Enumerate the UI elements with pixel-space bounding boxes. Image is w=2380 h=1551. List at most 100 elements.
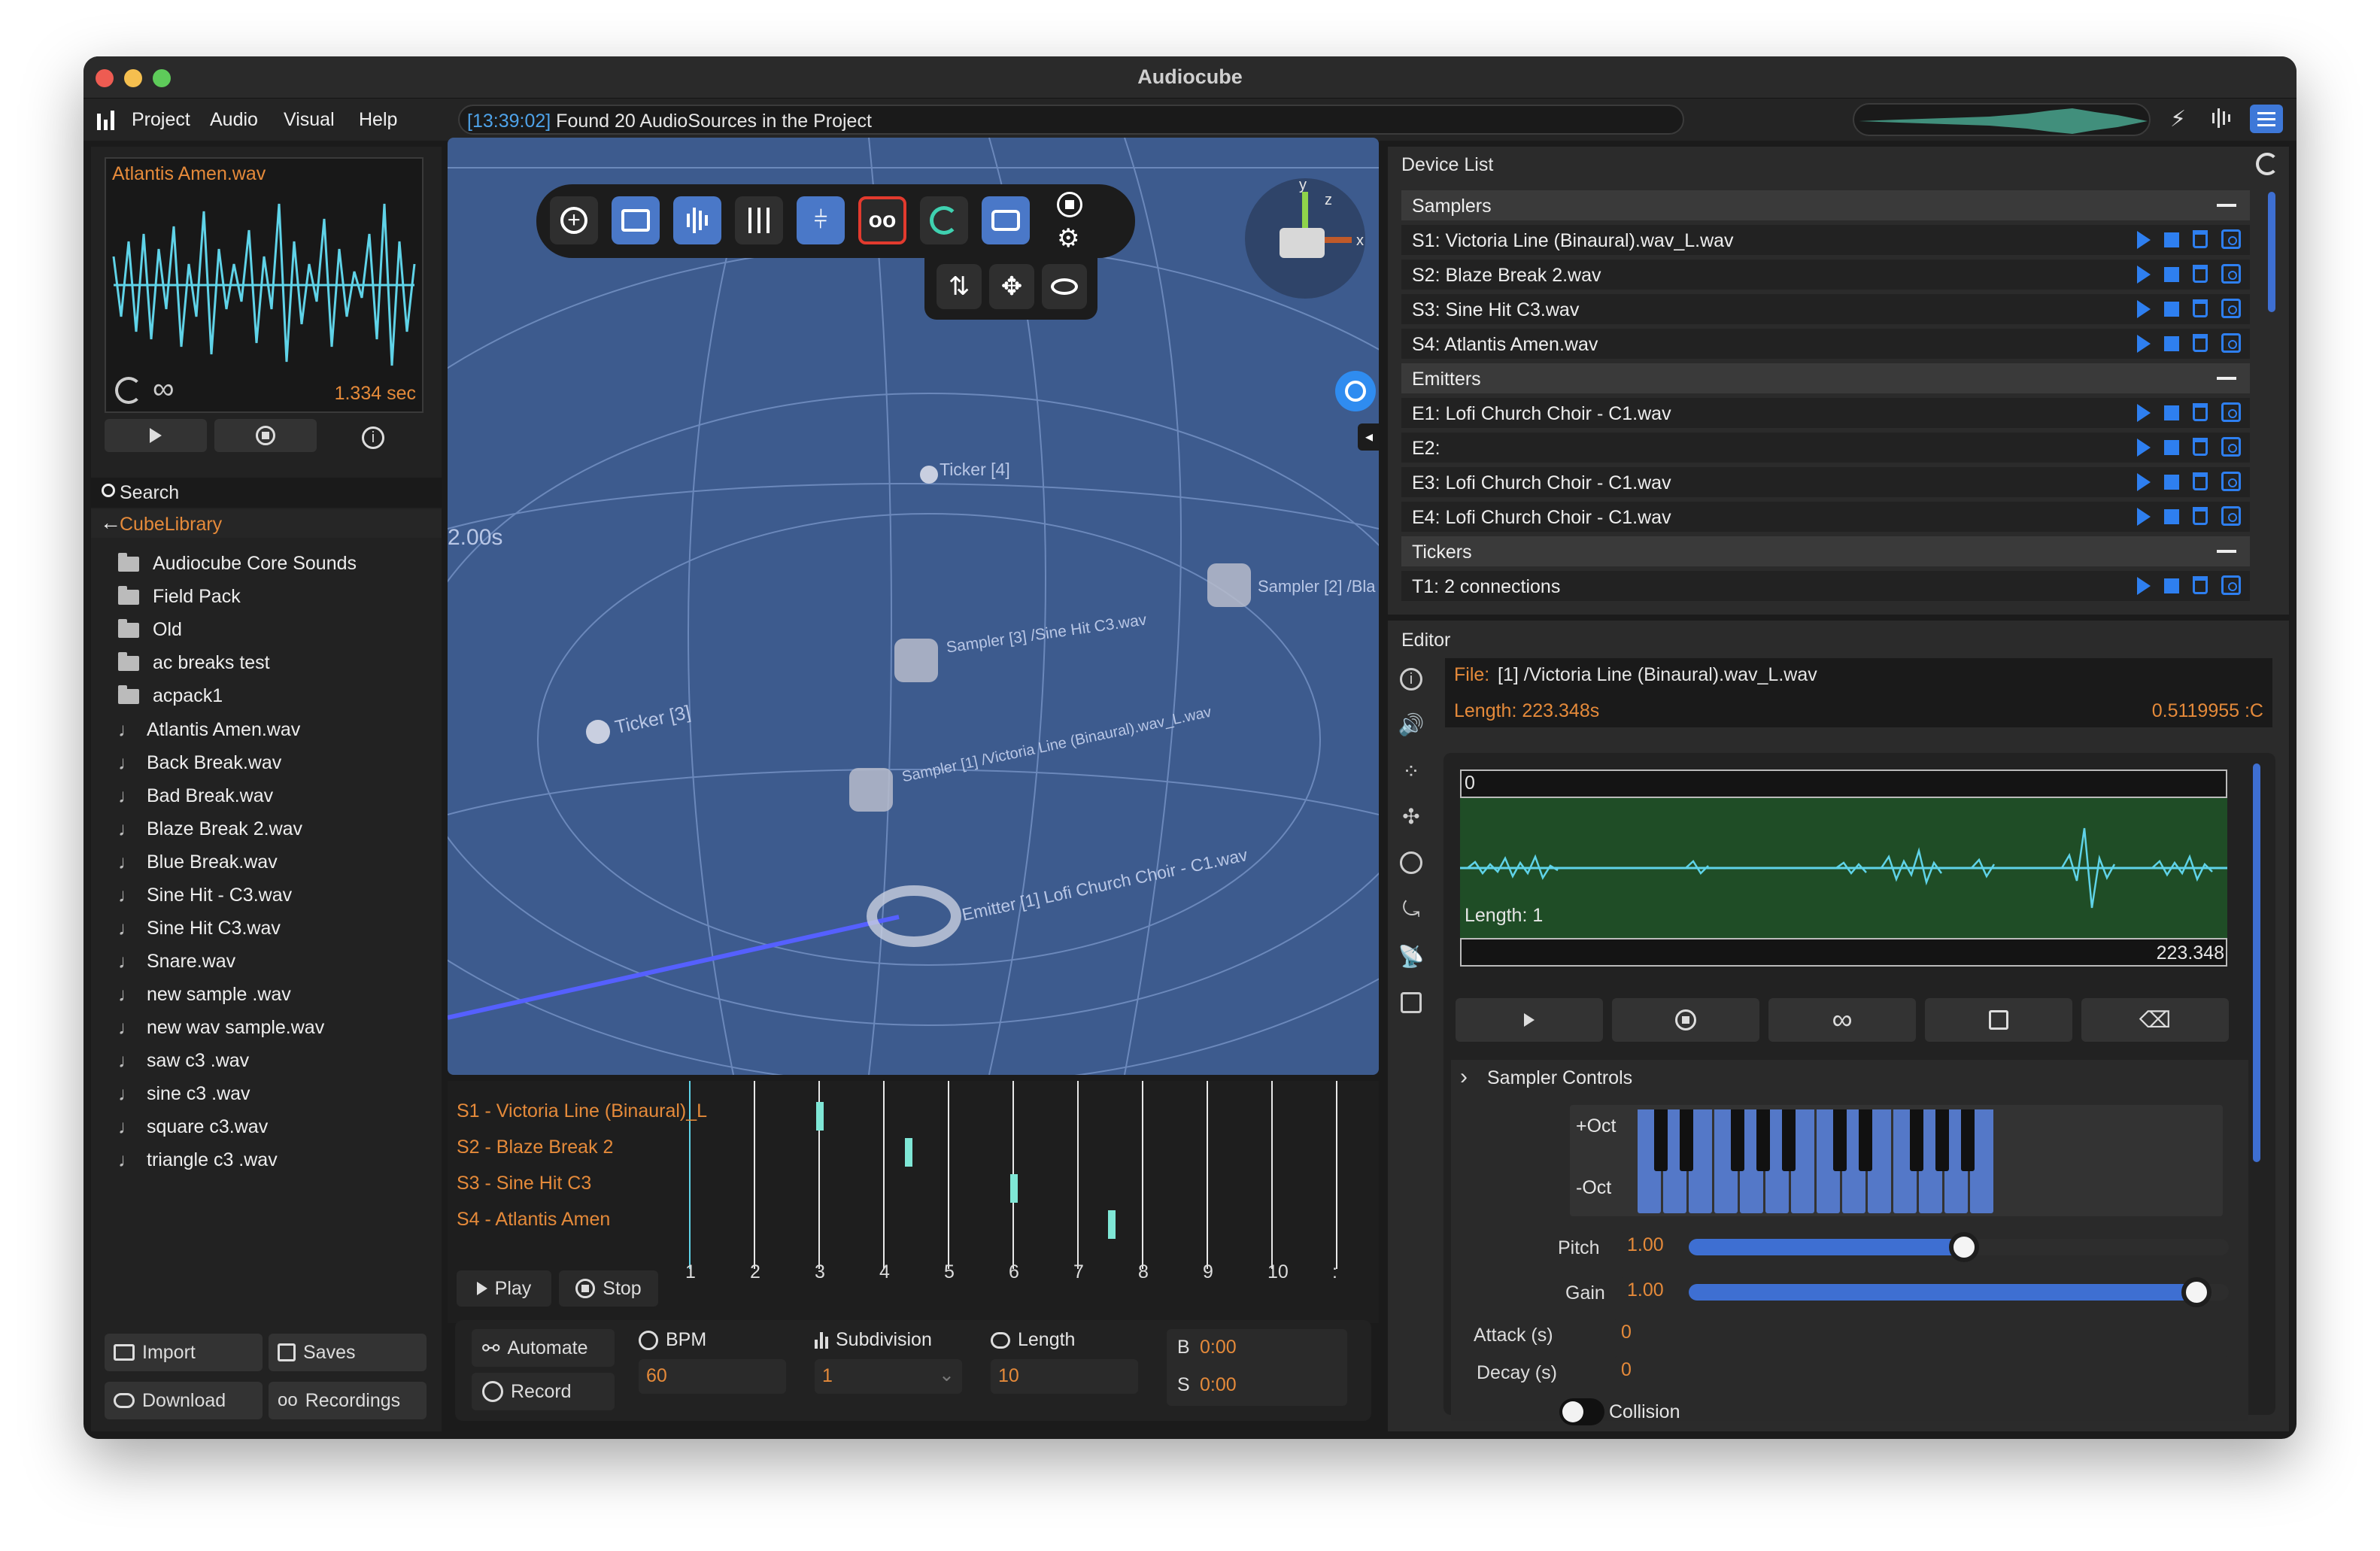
device-row[interactable]: S3: Sine Hit C3.wav [1401,294,2250,324]
library-folder[interactable]: Audiocube Core Sounds [118,552,357,575]
device-group-header[interactable]: Emitters [1401,363,2250,393]
preview-stop-button[interactable] [214,419,317,452]
sequencer-track-label[interactable]: S2 - Blaze Break 2 [457,1137,613,1158]
piano-black-key[interactable] [1731,1109,1744,1171]
device-row[interactable]: S4: Atlantis Amen.wav [1401,329,2250,359]
trash-icon[interactable] [2193,265,2208,283]
play-icon[interactable] [2137,231,2151,249]
library-file[interactable]: ♩ Atlantis Amen.wav [118,718,300,742]
gain-slider-knob[interactable] [2181,1277,2212,1307]
play-icon[interactable] [2137,439,2151,457]
trash-icon[interactable] [2193,438,2208,456]
piano-keyboard[interactable] [1638,1109,1999,1213]
loop-toggle-button[interactable] [920,196,968,244]
open-folder-button[interactable] [612,196,660,244]
locate-icon[interactable] [2221,333,2241,353]
library-folder[interactable]: acpack1 [118,684,223,707]
stop-icon[interactable] [2164,232,2179,247]
stop-all-icon[interactable] [1057,192,1082,217]
settings-gear-icon[interactable]: ⚙ [1057,223,1079,253]
pitch-slider-knob[interactable] [1949,1232,1979,1262]
speaker-tab-icon[interactable]: 🔊 [1396,709,1426,739]
sequencer-play-button[interactable]: Play [457,1270,551,1307]
device-group-header[interactable]: Tickers [1401,536,2250,566]
saves-button[interactable]: Saves [269,1334,427,1371]
piano-black-key[interactable] [1910,1109,1923,1171]
library-file[interactable]: ♩ square c3.wav [118,1115,268,1139]
oct-up-button[interactable]: +Oct [1576,1115,1617,1137]
preview-info-button[interactable]: i [362,426,384,449]
piano-black-key[interactable] [1756,1109,1770,1171]
sampler-controls-header[interactable]: Sampler Controls [1487,1067,1632,1089]
stop-icon[interactable] [2164,302,2179,317]
library-file[interactable]: ♩ triangle c3 .wav [118,1149,278,1172]
collapse-minus-icon[interactable] [2217,204,2236,207]
menu-help[interactable]: Help [359,109,397,131]
editor-stop-button[interactable] [1612,998,1759,1042]
device-row[interactable]: E1: Lofi Church Choir - C1.wav [1401,398,2250,428]
editor-crop-button[interactable] [1925,998,2072,1042]
particles-tab-icon[interactable]: ⁘ [1396,756,1426,786]
mixer-button[interactable] [735,196,783,244]
trash-icon[interactable] [2193,299,2208,317]
loop-icon[interactable] [115,377,142,404]
piano-black-key[interactable] [1935,1109,1949,1171]
stop-icon[interactable] [2164,267,2179,282]
locate-icon[interactable] [2221,506,2241,526]
trash-icon[interactable] [2193,576,2208,594]
locate-icon[interactable] [2221,402,2241,422]
library-file[interactable]: ♩ Sine Hit C3.wav [118,917,281,940]
editor-loop-button[interactable]: ∞ [1768,998,1916,1042]
attack-input[interactable]: 0 [1613,1319,2229,1349]
lightning-icon[interactable]: ⚡ [2170,106,2186,132]
recordings-button[interactable]: oo Recordings [269,1382,427,1419]
editor-waveform[interactable]: 0 Length: 1 223.348 [1460,769,2227,967]
infinity-icon[interactable]: ∞ [153,372,175,406]
library-folder[interactable]: ac breaks test [118,651,270,674]
device-row[interactable]: T1: 2 connections [1401,571,2250,601]
route-tab-icon[interactable]: ⤿ [1396,894,1426,924]
grid-tab-icon[interactable] [1396,988,1426,1018]
stop-icon[interactable] [2164,440,2179,455]
record-tape-button[interactable]: oo [858,196,906,244]
move-arrows-icon[interactable]: ✥ [989,264,1034,309]
play-icon[interactable] [2137,508,2151,526]
library-file[interactable]: ♩ sine c3 .wav [118,1082,250,1106]
locate-icon[interactable] [2221,575,2241,595]
trash-icon[interactable] [2193,230,2208,248]
collision-toggle[interactable] [1559,1398,1604,1425]
network-tab-icon[interactable]: ✣ [1396,801,1426,831]
bpm-input[interactable]: 60 [639,1359,786,1394]
trash-icon[interactable] [2193,507,2208,525]
stop-icon[interactable] [2164,578,2179,593]
locate-icon[interactable] [2221,437,2241,457]
piano-black-key[interactable] [1782,1109,1796,1171]
menu-visual[interactable]: Visual [284,109,335,131]
library-file[interactable]: ♩ Blue Break.wav [118,851,278,874]
play-icon[interactable] [2137,404,2151,422]
stop-icon[interactable] [2164,475,2179,490]
length-input[interactable]: 10 [991,1359,1138,1394]
menu-audio[interactable]: Audio [210,109,258,131]
device-row[interactable]: E3: Lofi Church Choir - C1.wav [1401,467,2250,497]
editor-clear-button[interactable]: ⌫ [2081,998,2229,1042]
search-row[interactable]: Search [91,478,442,508]
collapse-minus-icon[interactable] [2217,377,2236,380]
piano-black-key[interactable] [1654,1109,1668,1171]
library-file[interactable]: ♩ Snare.wav [118,950,235,973]
trash-icon[interactable] [2193,403,2208,421]
preview-play-button[interactable] [105,419,207,452]
piano-black-key[interactable] [1833,1109,1847,1171]
play-icon[interactable] [2137,335,2151,353]
camera-button[interactable] [982,196,1030,244]
add-object-button[interactable]: + [550,196,598,244]
collapse-panel-icon[interactable]: ◂ [1358,423,1379,451]
library-file[interactable]: ♩ Back Break.wav [118,751,281,775]
sequencer-track-label[interactable]: S3 - Sine Hit C3 [457,1173,591,1194]
trash-icon[interactable] [2193,334,2208,352]
trash-icon[interactable] [2193,472,2208,490]
library-folder[interactable]: Field Pack [118,585,241,608]
menu-project[interactable]: Project [132,109,190,131]
antenna-tab-icon[interactable]: 📡 [1396,941,1426,971]
device-row[interactable]: E4: Lofi Church Choir - C1.wav [1401,502,2250,532]
